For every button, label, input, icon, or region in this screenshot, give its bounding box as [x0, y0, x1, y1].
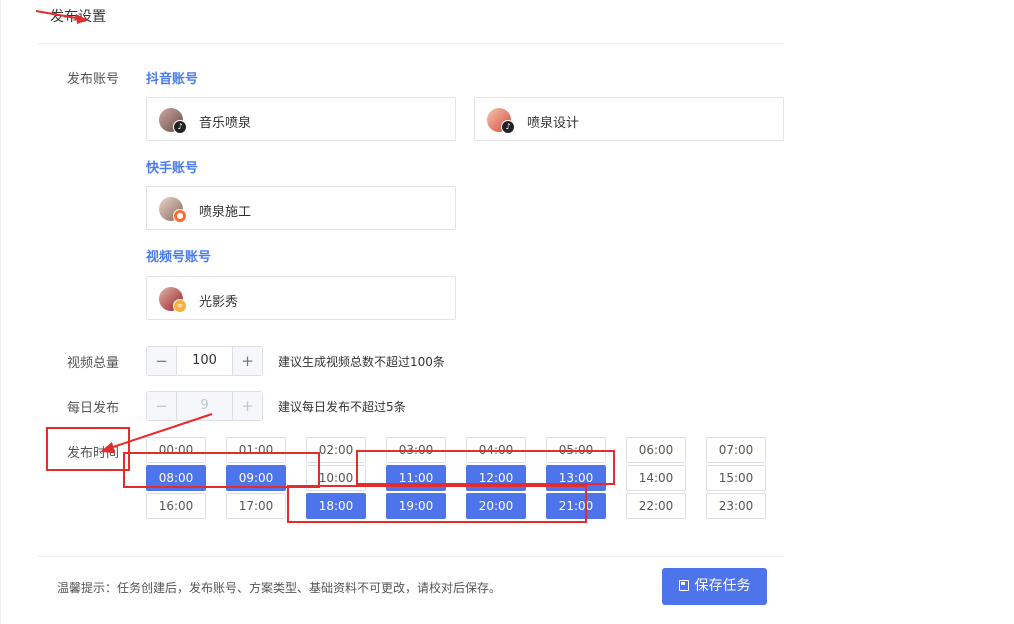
- save-icon: [678, 580, 689, 591]
- account-name: 喷泉设计: [527, 116, 580, 131]
- page-title: 发布设置: [50, 9, 106, 25]
- save-task-button[interactable]: 保存任务: [662, 568, 767, 605]
- time-slot-0500[interactable]: 05:00: [546, 437, 606, 463]
- video-total-input[interactable]: 100: [177, 347, 232, 375]
- time-slot-1600[interactable]: 16:00: [146, 493, 206, 519]
- time-slot-1400[interactable]: 14:00: [626, 465, 686, 491]
- increment-button: +: [232, 392, 262, 420]
- time-slot-0900[interactable]: 09:00: [226, 465, 286, 491]
- shipinhao-icon: ∞: [173, 299, 187, 313]
- increment-button[interactable]: +: [232, 347, 262, 375]
- account-card-douyin-1[interactable]: ♪ 音乐喷泉: [146, 97, 456, 141]
- video-total-hint: 建议生成视频总数不超过100条: [278, 355, 445, 369]
- time-slot-0600[interactable]: 06:00: [626, 437, 686, 463]
- time-slot-2000[interactable]: 20:00: [466, 493, 526, 519]
- time-slot-2200[interactable]: 22:00: [626, 493, 686, 519]
- time-slot-0700[interactable]: 07:00: [706, 437, 766, 463]
- daily-publish-label: 每日发布: [67, 401, 120, 416]
- account-card-kuaishou-1[interactable]: ● 喷泉施工: [146, 186, 456, 230]
- time-slot-0300[interactable]: 03:00: [386, 437, 446, 463]
- time-slot-1900[interactable]: 19:00: [386, 493, 446, 519]
- video-total-label: 视频总量: [67, 356, 120, 371]
- account-name: 光影秀: [199, 295, 239, 310]
- daily-publish-hint: 建议每日发布不超过5条: [278, 400, 406, 414]
- account-name: 喷泉施工: [199, 205, 252, 220]
- time-slot-2300[interactable]: 23:00: [706, 493, 766, 519]
- decrement-button[interactable]: −: [147, 347, 177, 375]
- time-slot-1100[interactable]: 11:00: [386, 465, 446, 491]
- accounts-label: 发布账号: [67, 72, 120, 87]
- time-slot-1300[interactable]: 13:00: [546, 465, 606, 491]
- time-slot-1700[interactable]: 17:00: [226, 493, 286, 519]
- time-slot-0800[interactable]: 08:00: [146, 465, 206, 491]
- daily-publish-input: 9: [200, 398, 209, 413]
- publish-time-label: 发布时间: [67, 446, 120, 461]
- account-card-douyin-2[interactable]: ♪ 喷泉设计: [474, 97, 784, 141]
- decrement-button: −: [147, 392, 177, 420]
- account-name: 音乐喷泉: [199, 116, 252, 131]
- time-slot-0400[interactable]: 04:00: [466, 437, 526, 463]
- douyin-icon: ♪: [173, 120, 187, 134]
- footer-divider: [38, 556, 784, 557]
- daily-publish-stepper: − 9 +: [146, 391, 263, 421]
- time-slot-1500[interactable]: 15:00: [706, 465, 766, 491]
- time-slot-2100[interactable]: 21:00: [546, 493, 606, 519]
- left-border: [0, 0, 1, 624]
- time-slot-1800[interactable]: 18:00: [306, 493, 366, 519]
- publish-settings-panel: 发布设置 发布账号 抖音账号 ♪ 音乐喷泉 ♪ 喷泉设计 快手账号 ● 喷泉施工…: [0, 0, 1014, 624]
- shipinhao-group-title: 视频号账号: [146, 250, 212, 265]
- time-slot-0000[interactable]: 00:00: [146, 437, 206, 463]
- account-card-shipinhao-1[interactable]: ∞ 光影秀: [146, 276, 456, 320]
- time-slot-0100[interactable]: 01:00: [226, 437, 286, 463]
- time-slot-1000[interactable]: 10:00: [306, 465, 366, 491]
- title-divider: [38, 43, 784, 44]
- kuaishou-group-title: 快手账号: [146, 161, 199, 176]
- video-total-stepper: − 100 +: [146, 346, 263, 376]
- kuaishou-icon: ●: [173, 209, 187, 223]
- warm-tip: 温馨提示：任务创建后，发布账号、方案类型、基础资料不可更改，请校对后保存。: [57, 581, 502, 595]
- douyin-icon: ♪: [501, 120, 515, 134]
- time-slot-1200[interactable]: 12:00: [466, 465, 526, 491]
- save-task-label: 保存任务: [694, 578, 751, 594]
- douyin-group-title: 抖音账号: [146, 72, 199, 87]
- time-slot-0200[interactable]: 02:00: [306, 437, 366, 463]
